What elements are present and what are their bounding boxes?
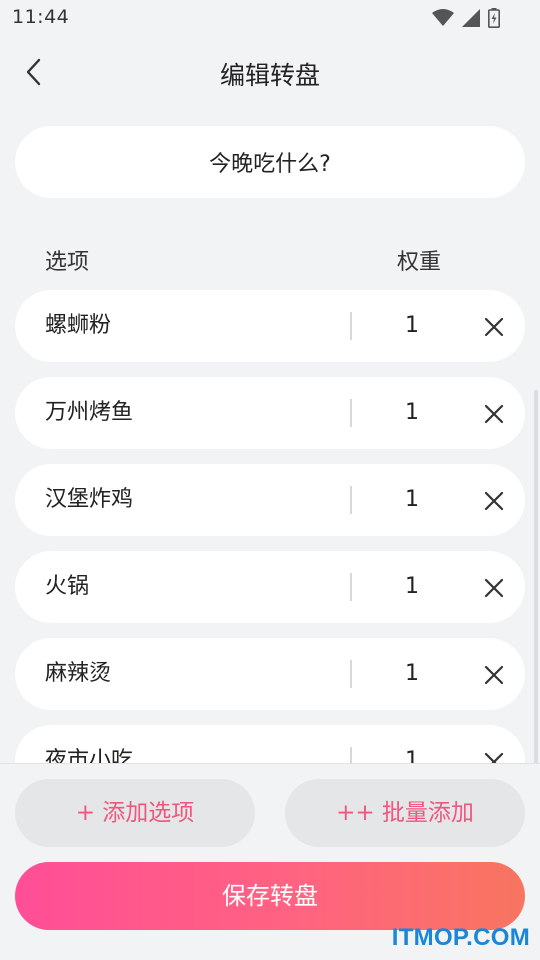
option-weight[interactable]: 1 <box>375 638 449 710</box>
status-time: 11:44 <box>12 6 70 28</box>
add-option-button[interactable]: + 添加选项 <box>15 779 255 847</box>
wheel-title-input[interactable] <box>15 126 525 198</box>
close-icon <box>484 578 504 598</box>
option-name[interactable]: 螺蛳粉 <box>45 290 111 362</box>
option-row: 夜市小吃 1 <box>15 725 525 763</box>
option-name[interactable]: 火锅 <box>45 551 89 623</box>
close-icon <box>484 317 504 337</box>
option-row: 万州烤鱼 1 <box>15 377 525 449</box>
close-icon <box>484 665 504 685</box>
option-name[interactable]: 夜市小吃 <box>45 725 133 763</box>
bottom-divider <box>0 763 540 764</box>
wifi-icon <box>432 9 454 27</box>
option-row: 麻辣烫 1 <box>15 638 525 710</box>
remove-option-button[interactable] <box>477 571 511 605</box>
batch-add-button[interactable]: ++ 批量添加 <box>285 779 525 847</box>
status-bar: 11:44 <box>0 0 540 36</box>
option-row: 螺蛳粉 1 <box>15 290 525 362</box>
row-divider <box>350 312 352 340</box>
options-list[interactable]: 螺蛳粉 1 万州烤鱼 1 汉堡炸鸡 1 火锅 1 麻辣烫 1 夜市小吃 1 <box>0 290 540 763</box>
option-row: 火锅 1 <box>15 551 525 623</box>
close-icon <box>484 404 504 424</box>
remove-option-button[interactable] <box>477 658 511 692</box>
signal-icon <box>462 9 480 27</box>
row-divider <box>350 747 352 763</box>
save-wheel-button[interactable]: 保存转盘 <box>15 862 525 930</box>
remove-option-button[interactable] <box>477 310 511 344</box>
remove-option-button[interactable] <box>477 484 511 518</box>
option-weight[interactable]: 1 <box>375 377 449 449</box>
close-icon <box>484 752 504 763</box>
option-weight[interactable]: 1 <box>375 725 449 763</box>
close-icon <box>484 491 504 511</box>
option-name[interactable]: 万州烤鱼 <box>45 377 133 449</box>
option-weight[interactable]: 1 <box>375 290 449 362</box>
row-divider <box>350 573 352 601</box>
watermark: ITMOP.COM <box>391 924 530 951</box>
status-icons <box>432 8 500 28</box>
header: 编辑转盘 <box>0 40 540 106</box>
row-divider <box>350 486 352 514</box>
option-name[interactable]: 汉堡炸鸡 <box>45 464 133 536</box>
remove-option-button[interactable] <box>477 745 511 763</box>
remove-option-button[interactable] <box>477 397 511 431</box>
screen: 11:44 编辑转盘 选项 权重 螺蛳粉 <box>0 0 540 960</box>
column-weight-label: 权重 <box>397 250 442 275</box>
option-weight[interactable]: 1 <box>375 551 449 623</box>
column-header: 选项 权重 <box>0 244 540 278</box>
row-divider <box>350 399 352 427</box>
scrollbar[interactable] <box>534 390 538 763</box>
page-title: 编辑转盘 <box>219 61 320 90</box>
option-row: 汉堡炸鸡 1 <box>15 464 525 536</box>
option-weight[interactable]: 1 <box>375 464 449 536</box>
row-divider <box>350 660 352 688</box>
option-name[interactable]: 麻辣烫 <box>45 638 111 710</box>
column-option-label: 选项 <box>45 250 90 275</box>
battery-icon <box>488 8 500 28</box>
